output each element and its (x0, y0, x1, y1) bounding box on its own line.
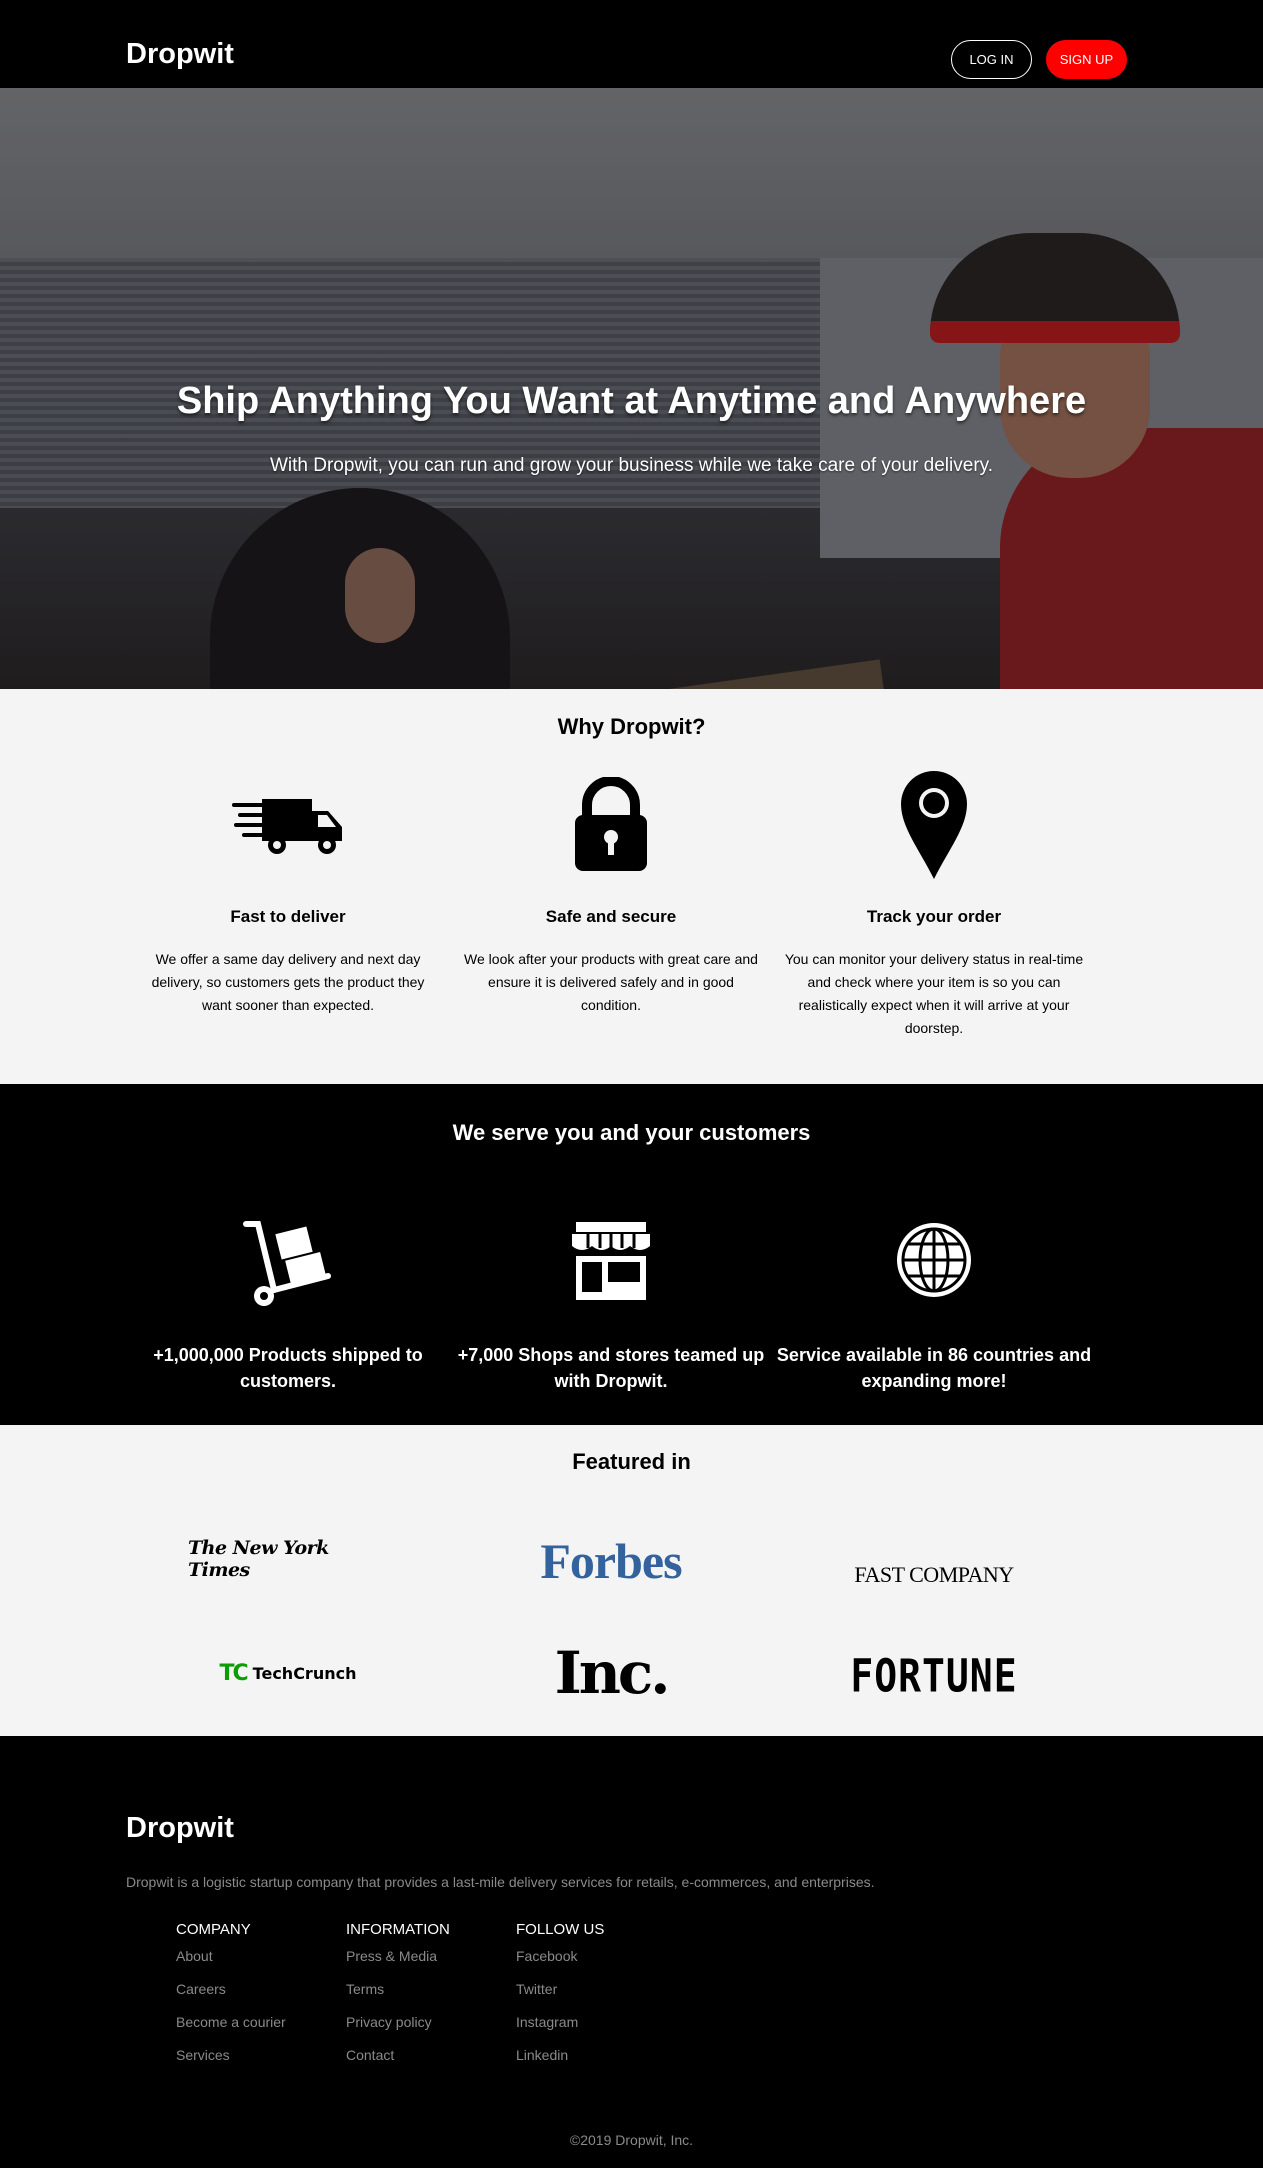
footer-link-twitter[interactable]: Twitter (516, 1980, 604, 2013)
footer-description: Dropwit is a logistic startup company th… (126, 1874, 875, 1890)
footer-link-become-courier[interactable]: Become a courier (176, 2013, 286, 2046)
hero-subtitle: With Dropwit, you can run and grow your … (269, 455, 994, 476)
footer-column-follow: FOLLOW US Facebook Twitter Instagram Lin… (516, 1921, 604, 2079)
delivery-truck-icon (232, 799, 342, 854)
top-navbar: Dropwit LOG IN SIGN UP (0, 0, 1263, 88)
login-button[interactable]: LOG IN (951, 40, 1032, 79)
feature-text: You can monitor your delivery status in … (784, 951, 1084, 1036)
techcrunch-mark: TC (219, 1660, 249, 1686)
feature-title: Safe and secure (545, 907, 677, 926)
stat-text: +1,000,000 Products shipped to customers… (153, 1345, 423, 1391)
footer-column-heading: COMPANY (176, 1921, 251, 1938)
fortune-logo: FORTUNE (850, 1649, 1018, 1703)
stat-text: Service available in 86 countries and ex… (776, 1345, 1092, 1391)
forbes-logo: Forbes (540, 1533, 682, 1589)
signup-button[interactable]: SIGN UP (1046, 40, 1127, 79)
copyright: ©2019 Dropwit, Inc. (569, 2132, 694, 2148)
footer-link-contact[interactable]: Contact (346, 2046, 450, 2079)
footer-column-company: COMPANY About Careers Become a courier S… (176, 1921, 286, 2079)
nyt-logo: The New York Times (188, 1537, 329, 1581)
feature-text: We look after your products with great c… (464, 951, 758, 1013)
hero-banner: Ship Anything You Want at Anytime and An… (0, 88, 1263, 689)
hand-truck-icon (243, 1221, 331, 1306)
footer-column-heading: INFORMATION (346, 1921, 450, 1938)
footer-link-about[interactable]: About (176, 1947, 286, 1980)
padlock-icon (575, 777, 647, 871)
storefront-icon (572, 1222, 650, 1300)
map-pin-icon (901, 771, 967, 879)
techcrunch-logo: TC TechCrunch (188, 1653, 388, 1693)
fast-company-logo: FAST COMPANY (854, 1562, 1014, 1587)
feature-title: Fast to deliver (230, 907, 346, 926)
footer-link-privacy[interactable]: Privacy policy (346, 2013, 450, 2046)
footer-link-terms[interactable]: Terms (346, 1980, 450, 2013)
footer-link-facebook[interactable]: Facebook (516, 1947, 604, 1980)
footer-column-information: INFORMATION Press & Media Terms Privacy … (346, 1921, 450, 2079)
featured-section: Featured in The New York Times Forbes FA… (0, 1425, 1263, 1736)
featured-heading: Featured in (572, 1449, 691, 1474)
brand-logo[interactable]: Dropwit (126, 38, 234, 71)
inc-logo: Inc. (554, 1639, 671, 1707)
hero-title: Ship Anything You Want at Anytime and An… (176, 380, 1087, 422)
why-section: Why Dropwit? Fast to deliver We offer a … (0, 689, 1263, 1084)
serve-section: We serve you and your customers +1,000,0… (0, 1084, 1263, 1425)
feature-text: We offer a same day delivery and next da… (151, 951, 425, 1013)
serve-heading: We serve you and your customers (452, 1120, 811, 1145)
feature-title: Track your order (866, 907, 1002, 926)
site-footer: Dropwit Dropwit is a logistic startup co… (0, 1736, 1263, 2168)
footer-column-heading: FOLLOW US (516, 1921, 605, 1938)
footer-link-careers[interactable]: Careers (176, 1980, 286, 2013)
stat-text: +7,000 Shops and stores teamed up with D… (457, 1345, 765, 1391)
footer-link-press[interactable]: Press & Media (346, 1947, 450, 1980)
footer-link-instagram[interactable]: Instagram (516, 2013, 604, 2046)
globe-icon (897, 1223, 971, 1297)
footer-brand: Dropwit (126, 1812, 234, 1844)
techcrunch-wordmark: TechCrunch (252, 1663, 357, 1683)
why-heading: Why Dropwit? (557, 714, 706, 739)
footer-link-services[interactable]: Services (176, 2046, 286, 2079)
footer-link-linkedin[interactable]: Linkedin (516, 2046, 604, 2079)
